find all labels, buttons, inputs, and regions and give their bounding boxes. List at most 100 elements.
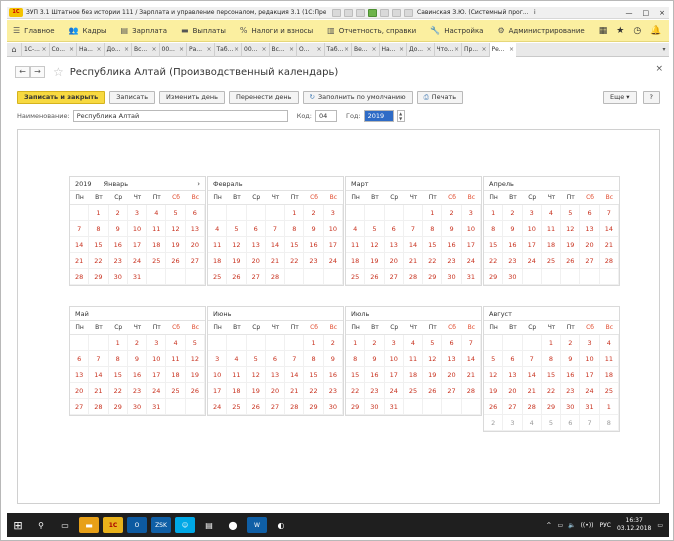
day-cell[interactable]: 21 bbox=[461, 367, 481, 383]
day-cell[interactable]: 19 bbox=[246, 383, 266, 399]
day-cell[interactable]: 18 bbox=[599, 367, 619, 383]
day-cell[interactable]: 29 bbox=[108, 399, 128, 415]
day-cell[interactable]: 22 bbox=[423, 253, 443, 269]
day-cell[interactable]: 28 bbox=[599, 253, 619, 269]
day-cell[interactable]: 2 bbox=[561, 335, 581, 351]
day-cell[interactable]: 10 bbox=[384, 351, 404, 367]
day-cell[interactable]: 5 bbox=[541, 415, 562, 431]
day-cell[interactable]: 24 bbox=[384, 383, 404, 399]
day-cell[interactable]: 19 bbox=[166, 237, 186, 253]
day-cell[interactable]: 24 bbox=[208, 399, 228, 415]
day-cell[interactable]: 19 bbox=[185, 367, 205, 383]
day-cell[interactable]: 11 bbox=[147, 221, 167, 237]
calendar-icon[interactable] bbox=[380, 8, 389, 17]
day-cell[interactable]: 4 bbox=[227, 351, 247, 367]
day-cell[interactable]: 25 bbox=[166, 383, 186, 399]
day-cell[interactable]: 10 bbox=[127, 221, 148, 237]
day-cell[interactable]: 15 bbox=[423, 237, 443, 253]
day-cell[interactable]: 26 bbox=[561, 253, 581, 269]
day-cell[interactable]: 28 bbox=[403, 269, 424, 285]
menu-item-2[interactable]: ▤ Зарплата bbox=[121, 26, 168, 35]
day-cell[interactable]: 18 bbox=[147, 237, 167, 253]
day-cell[interactable]: 26 bbox=[227, 269, 247, 285]
day-cell[interactable]: 23 bbox=[442, 253, 462, 269]
day-cell[interactable]: 25 bbox=[403, 383, 424, 399]
apps-grid-icon[interactable]: ▦ bbox=[599, 26, 608, 36]
day-cell[interactable]: 16 bbox=[323, 367, 343, 383]
day-cell[interactable]: 14 bbox=[403, 237, 424, 253]
day-cell[interactable]: 18 bbox=[166, 367, 186, 383]
day-cell[interactable]: 26 bbox=[484, 399, 504, 415]
day-cell[interactable]: 21 bbox=[522, 383, 542, 399]
day-cell[interactable]: 4 bbox=[403, 335, 424, 351]
day-cell[interactable]: 28 bbox=[285, 399, 305, 415]
close-tab-icon[interactable]: × bbox=[289, 46, 294, 53]
close-tab-icon[interactable]: × bbox=[96, 46, 101, 53]
day-cell[interactable]: 19 bbox=[227, 253, 247, 269]
window-tab[interactable]: 1С-... × bbox=[21, 42, 49, 57]
day-cell[interactable]: 16 bbox=[108, 237, 128, 253]
day-cell[interactable]: 9 bbox=[304, 221, 324, 237]
year-spinner[interactable]: ▲ ▼ bbox=[396, 109, 405, 122]
day-cell[interactable]: 7 bbox=[403, 221, 424, 237]
skype-icon[interactable]: ☺ bbox=[175, 517, 195, 533]
day-cell[interactable]: 4 bbox=[522, 415, 542, 431]
day-cell[interactable]: 20 bbox=[246, 253, 266, 269]
day-cell[interactable]: 28 bbox=[265, 269, 286, 285]
day-cell[interactable]: 22 bbox=[108, 383, 128, 399]
day-cell[interactable]: 12 bbox=[561, 221, 581, 237]
day-cell[interactable]: 2 bbox=[442, 205, 462, 221]
day-cell[interactable]: 18 bbox=[208, 253, 228, 269]
day-cell[interactable]: 21 bbox=[70, 253, 90, 269]
day-cell[interactable]: 22 bbox=[541, 383, 562, 399]
day-cell[interactable]: 3 bbox=[384, 335, 404, 351]
notifications-icon[interactable]: 🔔 bbox=[650, 26, 661, 36]
chrome-icon[interactable]: ⬤ bbox=[223, 517, 243, 533]
day-cell[interactable]: 12 bbox=[227, 237, 247, 253]
day-cell[interactable]: 5 bbox=[227, 221, 247, 237]
window-tab[interactable]: Ра... × bbox=[186, 42, 214, 57]
print-button[interactable]: ⎙ Печать bbox=[416, 91, 464, 104]
day-cell[interactable]: 6 bbox=[442, 335, 462, 351]
window-tab[interactable]: На... × bbox=[378, 42, 407, 57]
day-cell[interactable]: 21 bbox=[285, 383, 305, 399]
day-cell[interactable]: 7 bbox=[70, 221, 90, 237]
zoom-icon[interactable] bbox=[404, 8, 413, 17]
notification-icon[interactable]: ▭ bbox=[657, 522, 663, 529]
history-icon[interactable]: ◷ bbox=[633, 26, 641, 36]
menu-item-1[interactable]: 👥 Кадры bbox=[69, 26, 107, 35]
forward-button[interactable]: → bbox=[30, 66, 45, 78]
day-cell[interactable]: 24 bbox=[323, 253, 343, 269]
day-cell[interactable]: 3 bbox=[580, 335, 600, 351]
window-tab[interactable]: Пр... × bbox=[461, 42, 489, 57]
code-input[interactable]: 04 bbox=[314, 109, 337, 122]
day-cell[interactable]: 29 bbox=[89, 269, 109, 285]
wifi-icon[interactable]: ((•)) bbox=[581, 522, 594, 529]
day-cell[interactable]: 4 bbox=[208, 221, 228, 237]
window-tab[interactable]: Со... × bbox=[48, 42, 77, 57]
day-cell[interactable]: 7 bbox=[89, 351, 109, 367]
day-cell[interactable]: 11 bbox=[208, 237, 228, 253]
day-cell[interactable]: 22 bbox=[285, 253, 305, 269]
day-cell[interactable]: 20 bbox=[580, 237, 600, 253]
day-cell[interactable]: 6 bbox=[70, 351, 90, 367]
day-cell[interactable]: 27 bbox=[185, 253, 205, 269]
day-cell[interactable]: 6 bbox=[503, 351, 523, 367]
day-cell[interactable]: 15 bbox=[285, 237, 305, 253]
day-cell[interactable]: 26 bbox=[166, 253, 186, 269]
day-cell[interactable]: 9 bbox=[561, 351, 581, 367]
day-cell[interactable]: 3 bbox=[147, 335, 167, 351]
task-view-icon[interactable]: ▭ bbox=[55, 517, 75, 533]
day-cell[interactable]: 25 bbox=[599, 383, 619, 399]
day-cell[interactable]: 22 bbox=[346, 383, 366, 399]
word-icon[interactable]: W bbox=[247, 517, 267, 533]
close-tab-icon[interactable]: × bbox=[41, 46, 46, 53]
day-cell[interactable]: 7 bbox=[461, 335, 481, 351]
day-cell[interactable]: 26 bbox=[423, 383, 443, 399]
window-tab[interactable]: Таб... × bbox=[323, 42, 352, 57]
day-cell[interactable]: 27 bbox=[265, 399, 286, 415]
day-cell[interactable]: 22 bbox=[89, 253, 109, 269]
day-cell[interactable]: 28 bbox=[461, 383, 481, 399]
close-window-button[interactable]: × bbox=[659, 9, 665, 17]
day-cell[interactable]: 18 bbox=[227, 383, 247, 399]
